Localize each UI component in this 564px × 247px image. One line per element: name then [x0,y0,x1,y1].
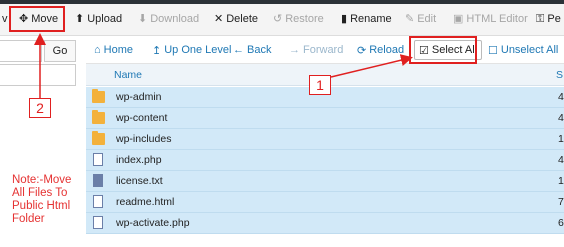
restore-label: Restore [285,13,324,25]
download-label: Download [150,13,200,25]
folder-icon [92,110,105,124]
up-one-level-link[interactable]: ↥ Up One Level [152,42,231,58]
delete-button[interactable]: ✕ Delete [214,9,258,29]
item-name: wp-activate.php [116,217,190,229]
upload-button[interactable]: ⬆ Upload [75,9,122,29]
item-size: 4 [558,112,564,124]
permissions-label: Pe [547,13,561,25]
item-size: 1 [558,175,564,187]
unselect-all-link[interactable]: ☐ Unselect All [488,42,558,58]
item-name: index.php [116,154,162,166]
folder-icon [92,89,105,103]
edit-label: Edit [417,13,437,25]
left-panel: Go Note:-Move All Files To Public Html F… [0,36,86,247]
forward-link[interactable]: → Forward [289,42,343,58]
list-item[interactable]: readme.html 7 [86,192,564,213]
annotation-note: Note:-Move All Files To Public Html Fold… [12,174,72,225]
text-file-icon [93,174,103,187]
edit-button[interactable]: ✎ Edit [405,9,436,29]
rename-button[interactable]: ▮ Rename [341,9,392,29]
restore-button[interactable]: ↺ Restore [273,9,324,29]
html-file-icon [93,195,103,208]
leading-glyph: v [2,13,8,25]
toolbar: v ✥ Move ⬆ Upload ⬇ Download ✕ Delete ↺ … [0,0,564,36]
item-size: 1 [558,133,564,145]
select-all-highlight-box [409,36,477,64]
tree-search-input[interactable] [0,64,76,86]
item-size: 7 [558,196,564,208]
up-label: Up One Level [164,44,232,56]
restore-icon: ↺ [273,12,283,25]
list-item[interactable]: wp-includes 1 [86,129,564,150]
checkbox-empty-icon: ☐ [488,44,498,57]
file-nav-bar: ⌂ Home ↥ Up One Level ← Back → Forward ⟳… [86,36,564,64]
reload-link[interactable]: ⟳ Reload [357,42,404,58]
move-highlight-box [9,6,65,32]
php-file-icon [93,216,103,229]
back-link[interactable]: ← Back [233,42,271,58]
toolbar-leading-glyph: v [2,9,8,29]
list-item[interactable]: wp-content 4 [86,108,564,129]
item-name: wp-content [116,112,168,124]
upload-icon: ⬆ [75,12,85,25]
item-name: wp-admin [116,91,162,103]
column-name[interactable]: Name [114,69,142,81]
pencil-icon: ✎ [405,12,415,25]
go-button[interactable]: Go [44,40,76,62]
item-size: 4 [558,154,564,166]
html-editor-icon: ▣ [453,12,464,25]
item-size: 6 [558,217,564,229]
php-file-icon [93,153,103,166]
home-label: Home [103,44,133,56]
top-strip [0,0,564,4]
reload-icon: ⟳ [357,44,367,57]
column-size[interactable]: S [556,69,563,81]
list-item[interactable]: license.txt 1 [86,171,564,192]
item-size: 4 [558,91,564,103]
back-arrow-icon: ← [233,44,244,56]
file-manager-screen: v ✥ Move ⬆ Upload ⬇ Download ✕ Delete ↺ … [0,0,564,247]
path-input[interactable] [0,40,42,62]
marker-2: 2 [29,98,51,118]
download-icon: ⬇ [138,12,148,25]
forward-label: Forward [303,44,344,56]
list-item[interactable]: wp-activate.php 6 [86,213,564,234]
html-editor-label: HTML Editor [466,13,528,25]
upload-label: Upload [87,13,123,25]
home-icon: ⌂ [94,44,101,56]
list-item[interactable]: index.php 4 [86,150,564,171]
download-button[interactable]: ⬇ Download [138,9,199,29]
back-label: Back [247,44,272,56]
reload-label: Reload [369,44,405,56]
delete-label: Delete [226,13,259,25]
rename-label: Rename [350,13,392,25]
folder-icon [92,131,105,145]
html-editor-button[interactable]: ▣ HTML Editor [453,9,528,29]
item-name: license.txt [116,175,163,187]
forward-arrow-icon: → [289,44,300,56]
close-icon: ✕ [214,12,224,25]
marker-1: 1 [309,75,331,95]
unselect-all-label: Unselect All [500,44,559,56]
permissions-button[interactable]: ⚿ Pe [536,9,561,29]
file-icon: ▮ [341,12,348,25]
item-name: wp-includes [116,133,172,145]
item-name: readme.html [116,196,175,208]
key-icon: ⚿ [536,12,545,25]
home-link[interactable]: ⌂ Home [94,42,133,58]
up-arrow-icon: ↥ [152,44,162,57]
